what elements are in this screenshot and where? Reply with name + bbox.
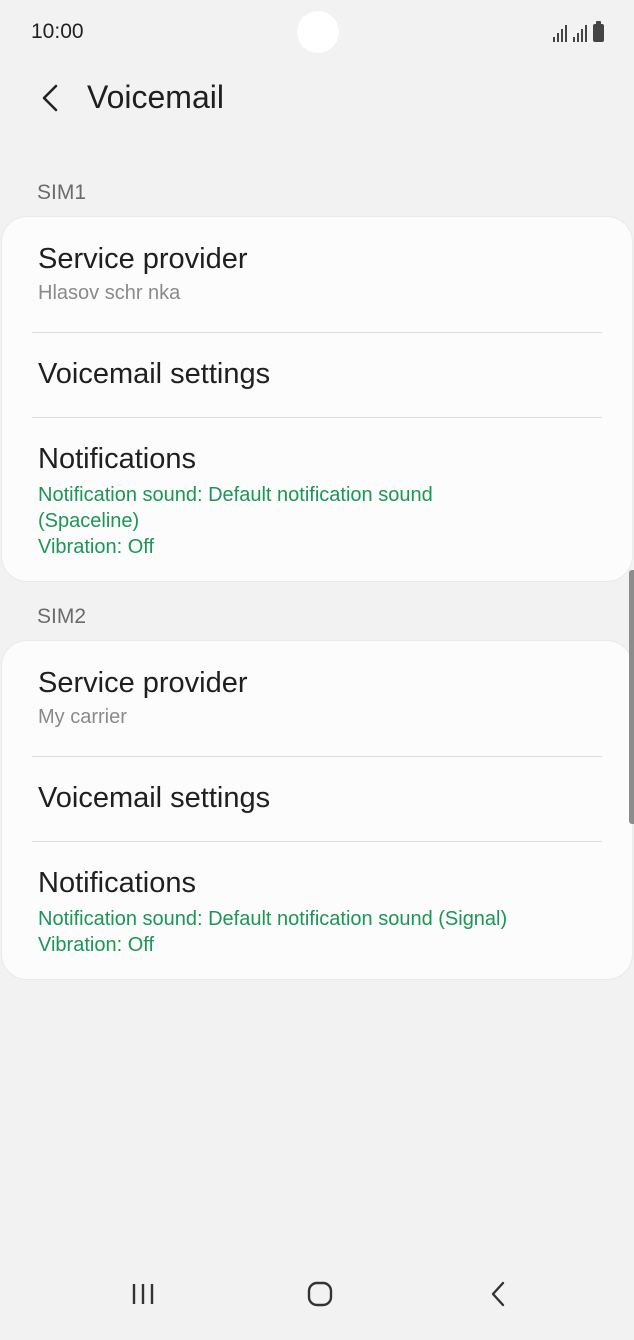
recent-apps-button[interactable]: [113, 1270, 173, 1318]
service-provider-value: Hlasov schr nka: [38, 282, 181, 304]
page-title: Voicemail: [87, 79, 224, 115]
notifications-title: Notifications: [38, 867, 196, 899]
battery-icon: [593, 21, 604, 42]
sim1-voicemail-settings-item[interactable]: Voicemail settings: [2, 333, 632, 417]
sim2-service-provider-item[interactable]: Service provider My carrier: [2, 641, 632, 756]
voicemail-settings-title: Voicemail settings: [38, 782, 271, 814]
sim2-voicemail-settings-item[interactable]: Voicemail settings: [2, 757, 632, 841]
sim2-notifications-item[interactable]: Notifications Notification sound: Defaul…: [2, 842, 632, 958]
notification-sound-value-cont: (Spaceline): [38, 510, 140, 532]
home-button[interactable]: [290, 1270, 350, 1318]
sim1-service-provider-item[interactable]: Service provider Hlasov schr nka: [2, 217, 632, 332]
back-icon: [491, 1281, 505, 1307]
notifications-title: Notifications: [38, 443, 196, 475]
section-header-sim1: SIM1: [37, 181, 87, 204]
sim2-card: Service provider My carrier Voicemail se…: [1, 640, 633, 980]
sim1-card: Service provider Hlasov schr nka Voicema…: [1, 216, 633, 582]
notification-sound-value: Notification sound: Default notification…: [38, 484, 433, 506]
signal-icon: [553, 24, 567, 42]
sim1-notifications-item[interactable]: Notifications Notification sound: Defaul…: [2, 418, 632, 560]
home-icon: [307, 1281, 333, 1307]
section-header-sim2: SIM2: [37, 605, 87, 628]
app-bar: Voicemail: [0, 66, 634, 130]
service-provider-title: Service provider: [38, 243, 248, 275]
status-bar: 10:00: [0, 0, 634, 66]
status-icons: [553, 20, 604, 42]
signal-icon: [573, 24, 587, 42]
nav-back-button[interactable]: [468, 1270, 528, 1318]
vibration-value: Vibration: Off: [38, 536, 154, 558]
service-provider-title: Service provider: [38, 667, 248, 699]
voicemail-settings-title: Voicemail settings: [38, 358, 271, 390]
notification-sound-value: Notification sound: Default notification…: [38, 908, 508, 930]
chevron-left-icon: [42, 84, 58, 112]
recent-apps-icon: [132, 1284, 154, 1304]
service-provider-value: My carrier: [38, 706, 127, 728]
vibration-value: Vibration: Off: [38, 934, 154, 956]
back-button[interactable]: [30, 78, 70, 118]
camera-cutout: [297, 11, 339, 53]
status-time: 10:00: [31, 20, 84, 43]
navigation-bar: [0, 1260, 634, 1340]
scrollbar[interactable]: [629, 570, 634, 824]
